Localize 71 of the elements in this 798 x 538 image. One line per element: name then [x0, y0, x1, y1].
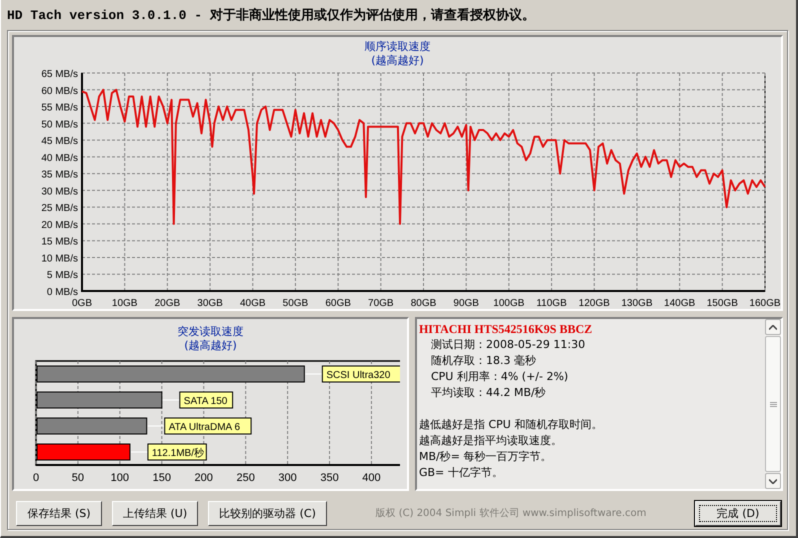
axis-label: 250 — [236, 472, 256, 484]
scroll-up-icon[interactable] — [765, 319, 781, 335]
axis-label: 70GB — [368, 298, 394, 308]
axis-label: 0 — [33, 472, 40, 484]
axis-label: 400 — [362, 472, 382, 484]
axis-label: 100 — [111, 472, 130, 484]
y-tick-label: ATA UltraDMA 6 — [169, 422, 241, 433]
axis-label: 50 MB/s — [41, 119, 78, 130]
axis-label: 50GB — [282, 298, 308, 308]
axis-label: 140GB — [664, 298, 696, 308]
done-button[interactable]: 完成 (D) — [695, 500, 781, 526]
axis-label: 300 — [278, 472, 298, 484]
stat-line: 随机存取：18.3 毫秒 — [430, 353, 537, 369]
y-tick-label: SCSI Ultra320 — [326, 370, 392, 381]
note-line: 越高越好是指平均读取速度。 — [418, 433, 563, 449]
chart-subtitle: (越高越好) — [371, 54, 424, 68]
axis-label: 10GB — [112, 298, 138, 308]
axis-label: 40GB — [240, 298, 266, 308]
axis-label: 15 MB/s — [41, 236, 78, 248]
scroll-down-icon[interactable] — [765, 473, 781, 489]
axis-label: 30GB — [197, 298, 223, 308]
action-button[interactable]: 上传结果 (U) — [112, 500, 198, 526]
action-button[interactable]: 保存结果 (S) — [16, 500, 102, 526]
axis-label: 20 MB/s — [41, 220, 78, 231]
axis-label: 65 MB/s — [41, 69, 78, 80]
y-tick-label: 112.1MB/秒 — [152, 447, 204, 459]
axis-label: 35 MB/s — [41, 170, 78, 181]
drive-name: HITACHI HTS542516K9S BBCZ — [418, 321, 594, 337]
bar-label: ATA UltraDMA 6 — [164, 418, 252, 434]
axis-label: 0 MB/s — [46, 287, 78, 298]
chart-title: 突发读取速度 — [177, 325, 244, 339]
axis-label: 130GB — [621, 298, 652, 308]
axis-label: 100GB — [493, 298, 524, 308]
axis-label: 60 MB/s — [41, 86, 78, 97]
action-button[interactable]: 比较别的驱动器 (C) — [208, 500, 327, 526]
axis-label: 10 MB/s — [41, 253, 78, 264]
axis-label: 5 MB/s — [46, 270, 78, 282]
chart-title: 顺序读取速度 — [364, 40, 430, 54]
axis-label: 200 — [195, 472, 214, 484]
axis-label: 55 MB/s — [41, 102, 78, 114]
axis-label: 350 — [320, 472, 340, 484]
axis-label: 40 MB/s — [41, 152, 78, 164]
copyright-text: 版权 (C) 2004 Simpli 软件公司 www.simplisoftware.com — [374, 506, 648, 520]
window-title: HD Tach version 3.0.1.0 - 对于非商业性使用或仅作为评估使用，请查看授权协议。 — [6, 6, 536, 25]
bar-label: SCSI Ultra320 — [322, 366, 400, 382]
y-tick-label: SATA 150 — [184, 396, 228, 407]
stat-line: 测试日期：2008-05-29 11:30 — [430, 337, 586, 353]
axis-label: 30 MB/s — [41, 186, 78, 198]
axis-label: 45 MB/s — [41, 136, 78, 148]
stat-line: CPU 利用率：4% (+/- 2%) — [430, 369, 570, 385]
axis-label: 50 — [72, 472, 85, 484]
axis-label: 160GB — [749, 298, 781, 308]
axis-label: 0GB — [72, 298, 92, 308]
stat-line: 平均读取：44.2 MB/秒 — [430, 385, 547, 401]
note-line: 越低越好是指 CPU 和随机存取时间。 — [418, 417, 604, 433]
axis-label: 80GB — [410, 298, 436, 308]
scroll-thumb[interactable] — [765, 336, 781, 472]
axis-label: 110GB — [536, 298, 567, 308]
bar-label: 112.1MB/秒 — [148, 444, 208, 460]
axis-label: 150 — [153, 472, 172, 484]
note-line: MB/秒= 每秒一百万字节。 — [418, 449, 552, 465]
axis-label: 150GB — [706, 298, 738, 308]
axis-label: 90GB — [453, 298, 479, 308]
chart-subtitle: (越高越好) — [184, 339, 237, 353]
axis-label: 20GB — [154, 298, 180, 308]
axis-label: 25 MB/s — [41, 203, 78, 214]
axis-label: 120GB — [578, 298, 610, 308]
axis-label: 60GB — [325, 298, 351, 308]
scrollbar[interactable] — [765, 319, 781, 489]
bar-label: SATA 150 — [180, 392, 234, 408]
note-line: GB= 十亿字节。 — [418, 465, 504, 481]
